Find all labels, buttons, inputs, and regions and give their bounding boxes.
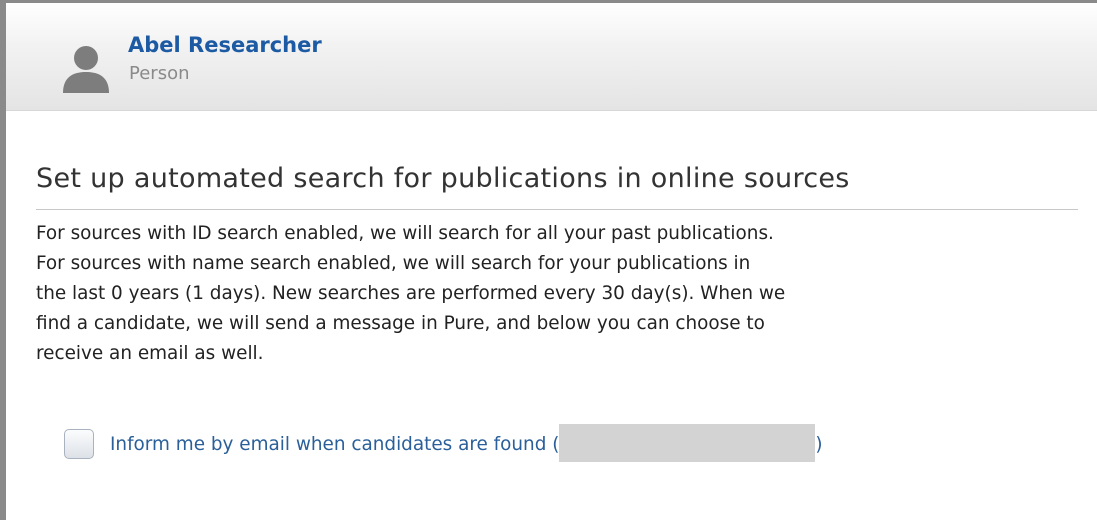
email-notification-close-paren: ) — [815, 433, 823, 455]
description-line: the last 0 years (1 days). New searches … — [36, 283, 786, 304]
email-notification-checkbox[interactable] — [64, 429, 94, 459]
description-text: For sources with ID search enabled, we w… — [36, 219, 1086, 369]
email-notification-label[interactable]: Inform me by email when candidates are f… — [110, 434, 559, 455]
redacted-email-address — [559, 424, 816, 462]
person-silhouette-icon — [63, 46, 109, 93]
description-line: receive an email as well. — [36, 343, 264, 364]
description-line: find a candidate, we will send a message… — [36, 313, 765, 334]
section-divider — [36, 209, 1078, 210]
person-name-link[interactable]: Abel Researcher — [128, 33, 322, 57]
content-frame: Abel Researcher Person Set up automated … — [0, 0, 1097, 520]
description-line: For sources with name search enabled, we… — [36, 253, 751, 274]
description-line: For sources with ID search enabled, we w… — [36, 223, 774, 244]
person-type-label: Person — [129, 63, 190, 84]
email-notification-option[interactable]: Inform me by email when candidates are f… — [64, 424, 823, 462]
section-title: Set up automated search for publications… — [36, 163, 850, 194]
person-header: Abel Researcher Person — [6, 3, 1097, 111]
